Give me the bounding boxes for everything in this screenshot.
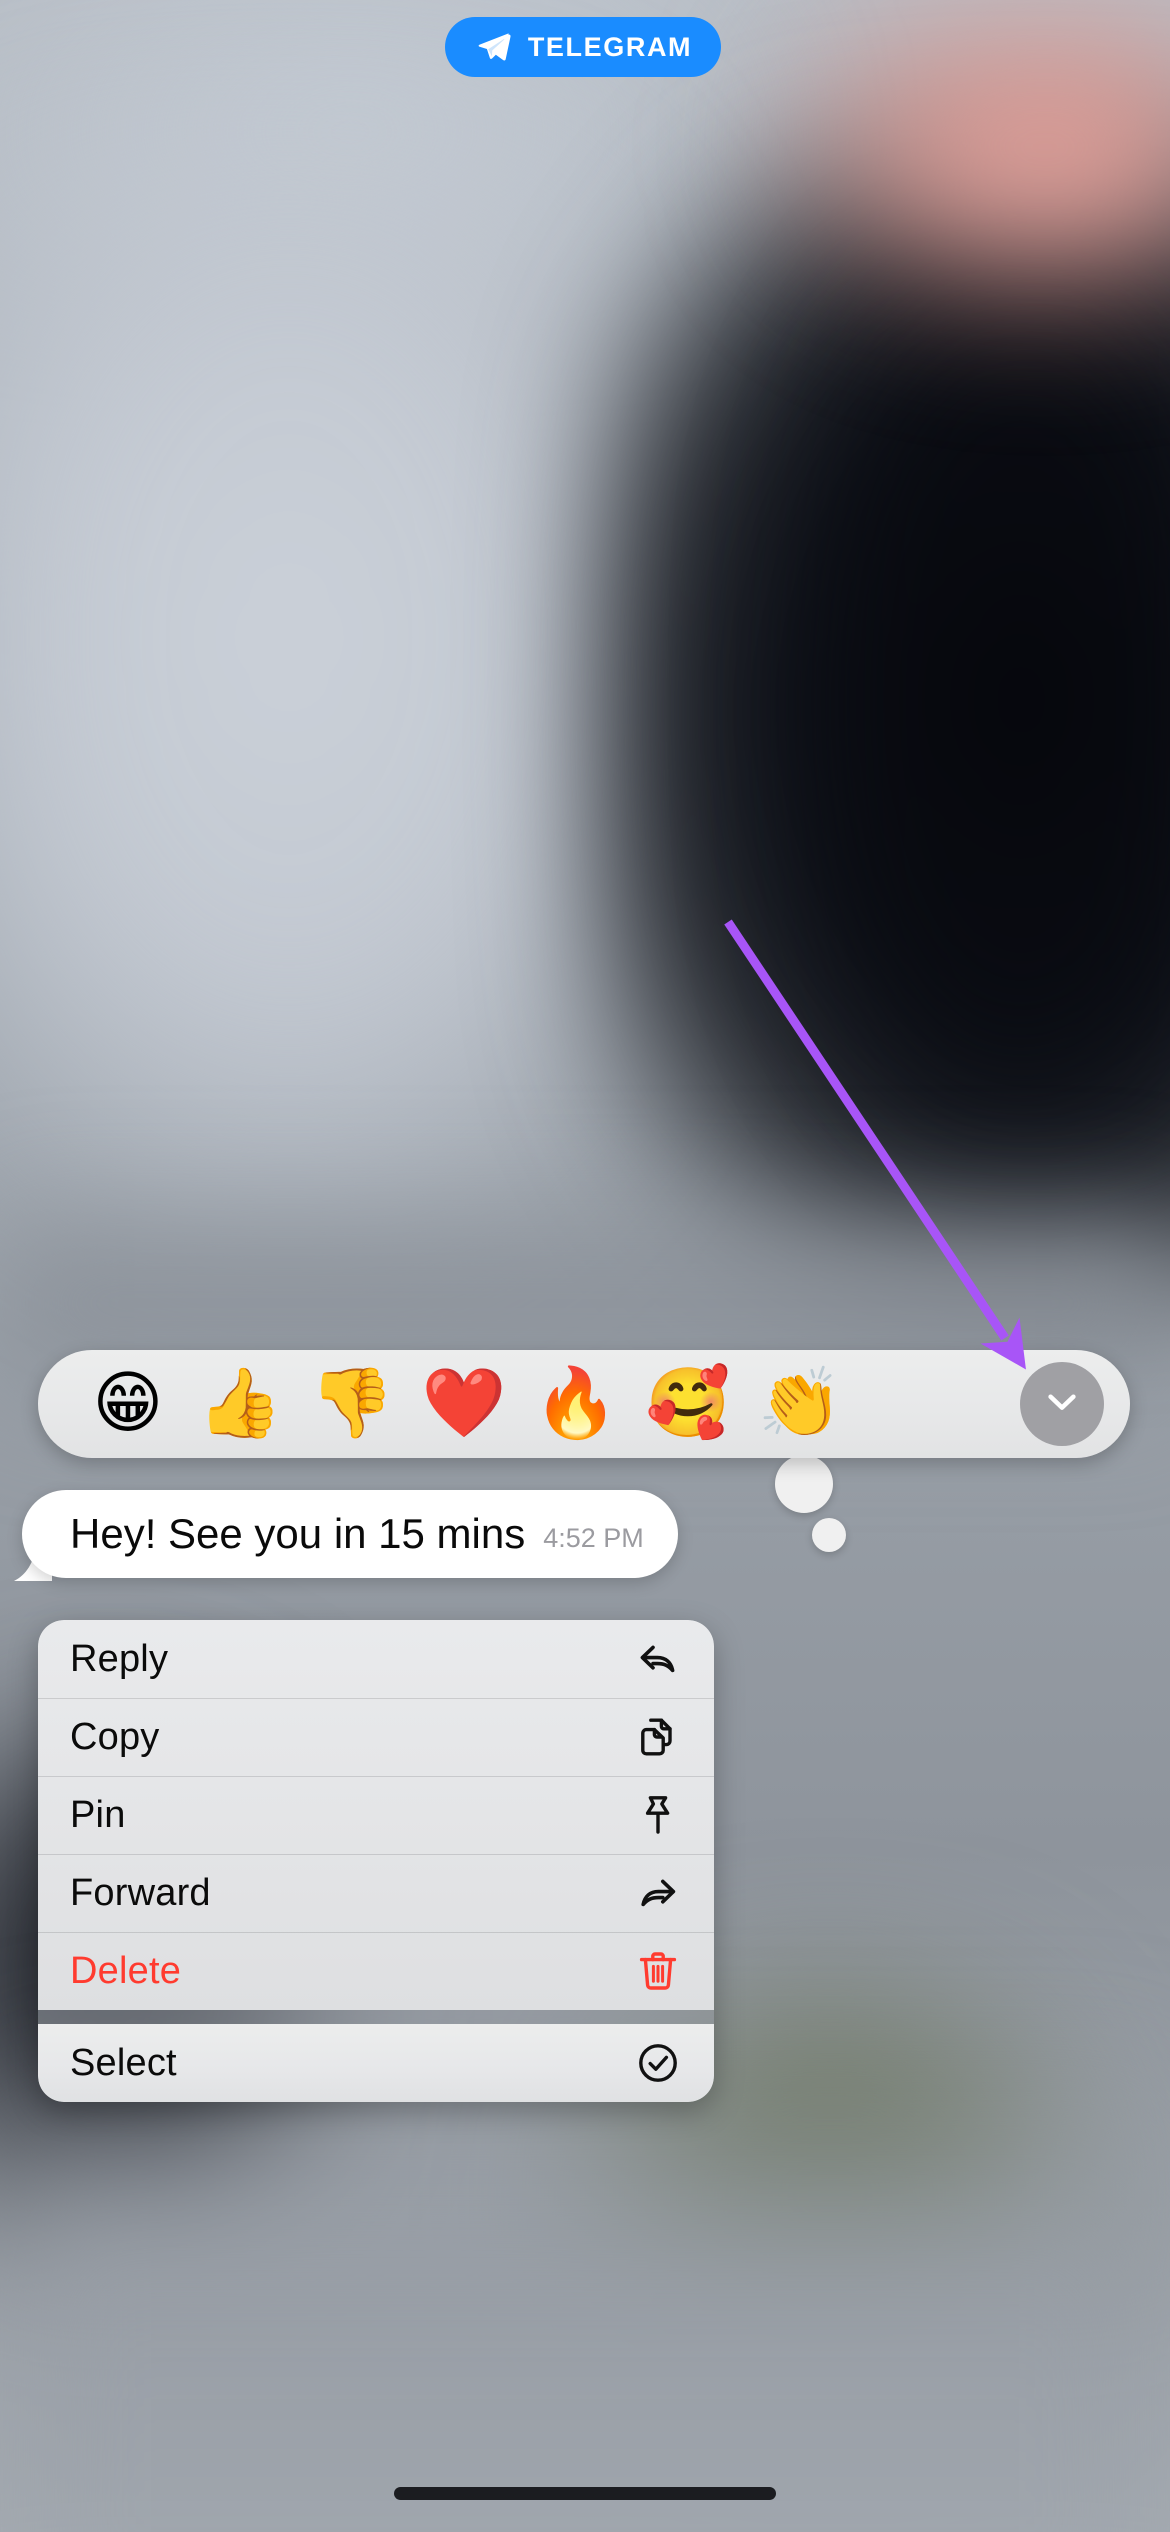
telegram-watermark-label: TELEGRAM (527, 31, 693, 62)
reaction-smiling-face-with-hearts[interactable]: 🥰 (632, 1350, 744, 1458)
reaction-expand-button[interactable] (1020, 1362, 1104, 1446)
menu-group-1: Reply Copy Pin Forward Delete (38, 1620, 714, 2010)
bubble-tail-dot-small (812, 1518, 846, 1552)
menu-item-label: Select (70, 2041, 177, 2084)
message-context-menu[interactable]: Reply Copy Pin Forward Delete Select (38, 1620, 714, 2102)
menu-group-separator (38, 2010, 714, 2024)
menu-item-label: Reply (70, 1637, 169, 1680)
message-bubble[interactable]: Hey! See you in 15 mins 4:52 PM (22, 1490, 678, 1578)
copy-docs-icon (632, 1711, 684, 1763)
trash-icon (632, 1945, 684, 1997)
pin-icon (632, 1789, 684, 1841)
reaction-fire[interactable]: 🔥 (520, 1350, 632, 1458)
menu-item-select[interactable]: Select (38, 2024, 714, 2102)
background-dark-core-blob (790, 250, 1170, 1150)
reaction-red-heart[interactable]: ❤️ (408, 1350, 520, 1458)
menu-item-copy[interactable]: Copy (38, 1698, 714, 1776)
blurred-background (0, 0, 1170, 2532)
chevron-down-icon (1041, 1381, 1083, 1428)
reaction-thumbs-down[interactable]: 👎 (296, 1350, 408, 1458)
menu-item-pin[interactable]: Pin (38, 1776, 714, 1854)
telegram-plane-icon (474, 30, 514, 64)
menu-item-label: Forward (70, 1871, 211, 1914)
menu-item-forward[interactable]: Forward (38, 1854, 714, 1932)
menu-item-delete[interactable]: Delete (38, 1932, 714, 2010)
menu-item-reply[interactable]: Reply (38, 1620, 714, 1698)
background-bottom-wash (0, 2032, 1170, 2532)
reply-arrow-icon (632, 1633, 684, 1685)
checkmark-circle-icon (632, 2037, 684, 2089)
reaction-picker-bar[interactable]: 😁 👍 👎 ❤️ 🔥 🥰 👏 (38, 1350, 1130, 1458)
reaction-grinning-face-with-smiling-eyes[interactable]: 😁 (72, 1350, 184, 1458)
menu-group-2: Select (38, 2024, 714, 2102)
message-timestamp: 4:52 PM (543, 1522, 644, 1553)
menu-item-label: Copy (70, 1715, 160, 1758)
menu-item-label: Delete (70, 1949, 182, 1992)
reaction-thumbs-up[interactable]: 👍 (184, 1350, 296, 1458)
message-text: Hey! See you in 15 mins (70, 1510, 526, 1557)
reaction-clapping-hands[interactable]: 👏 (744, 1350, 856, 1458)
bubble-tail-dot-large (775, 1455, 833, 1513)
telegram-watermark-badge: TELEGRAM (445, 17, 721, 77)
forward-arrow-icon (632, 1867, 684, 1919)
background-pink-blob (770, 10, 1170, 310)
menu-item-label: Pin (70, 1793, 126, 1836)
home-indicator (394, 2487, 776, 2500)
